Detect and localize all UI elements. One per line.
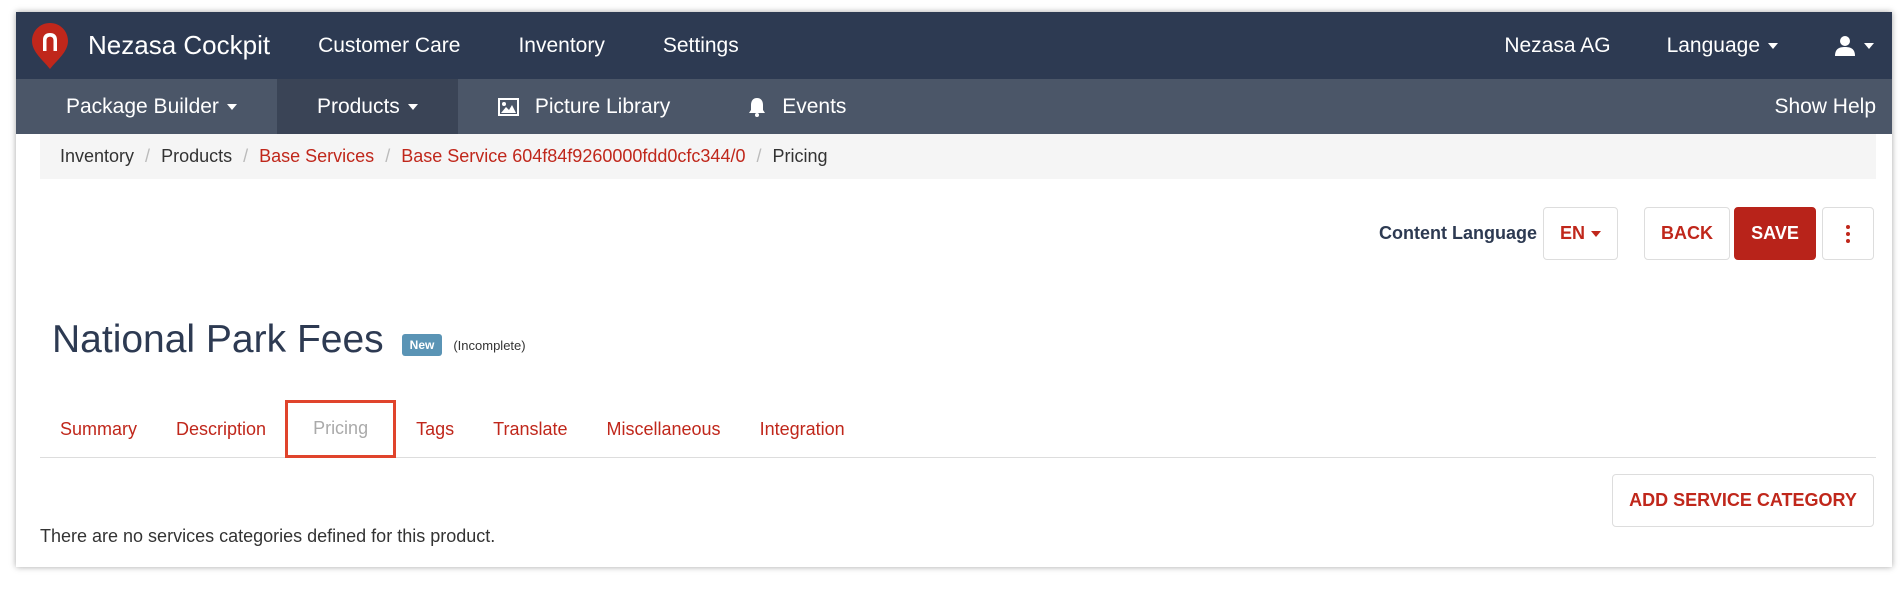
subnav-label: Picture Library [534, 94, 671, 118]
caret-down-icon [407, 103, 418, 110]
app-title: Nezasa Cockpit [88, 30, 271, 60]
tab-description[interactable]: Description [156, 402, 285, 457]
breadcrumb-separator: / [145, 146, 151, 166]
action-bar: Content Language EN BACK SAVE [1379, 207, 1874, 260]
back-button[interactable]: BACK [1644, 207, 1730, 260]
breadcrumb-base-services[interactable]: Base Services [259, 146, 374, 167]
company-name[interactable]: Nezasa AG [1504, 34, 1610, 58]
nav-inventory[interactable]: Inventory [518, 34, 604, 58]
breadcrumb: Inventory / Products / Base Services / B… [40, 134, 1876, 179]
tab-tags[interactable]: Tags [396, 402, 473, 457]
content-language-dropdown[interactable]: EN [1543, 207, 1618, 260]
breadcrumb-separator: / [243, 146, 249, 166]
caret-down-icon [1768, 42, 1778, 49]
language-dropdown[interactable]: Language [1667, 34, 1778, 58]
tab-translate[interactable]: Translate [473, 402, 586, 457]
nav-customer-care[interactable]: Customer Care [318, 34, 460, 58]
tab-integration[interactable]: Integration [740, 402, 864, 457]
breadcrumb-products[interactable]: Products [161, 146, 232, 167]
subnav-products[interactable]: Products [276, 79, 458, 134]
user-menu[interactable] [1834, 35, 1874, 57]
breadcrumb-base-service[interactable]: Base Service 604f84f9260000fdd0cfc344/0 [401, 146, 745, 167]
sub-navbar: Package Builder Products Picture Library [16, 79, 1892, 134]
page-title: National Park Fees [52, 318, 384, 361]
tab-summary[interactable]: Summary [40, 402, 156, 457]
subnav-label: Products [316, 94, 400, 118]
language-label: Language [1666, 33, 1760, 57]
subnav-label: Package Builder [66, 94, 219, 118]
tab-pricing[interactable]: Pricing [285, 399, 397, 458]
picture-icon [497, 97, 519, 116]
save-button[interactable]: SAVE [1734, 207, 1816, 260]
status-badge: New [401, 334, 443, 356]
title-row: National Park Fees New (Incomplete) [52, 318, 526, 362]
breadcrumb-current: Pricing [772, 146, 828, 166]
top-nav: Customer Care Inventory Settings [318, 34, 797, 58]
nav-settings[interactable]: Settings [663, 34, 739, 58]
breadcrumb-inventory[interactable]: Inventory [60, 146, 134, 167]
subnav-picture-library[interactable]: Picture Library [458, 79, 710, 134]
caret-down-icon [1591, 230, 1601, 237]
bell-icon [748, 97, 766, 117]
completion-status: (Incomplete) [453, 337, 526, 353]
show-help-link[interactable]: Show Help [1774, 79, 1876, 134]
tab-miscellaneous[interactable]: Miscellaneous [587, 402, 740, 457]
more-options-button[interactable] [1822, 207, 1874, 260]
user-icon [1835, 35, 1855, 56]
subnav-package-builder[interactable]: Package Builder [16, 79, 277, 134]
caret-down-icon [226, 103, 237, 110]
empty-state-message: There are no services categories defined… [40, 526, 496, 546]
content-language-label: Content Language [1379, 223, 1537, 243]
breadcrumb-separator: / [756, 146, 762, 166]
top-navbar: Nezasa Cockpit Customer Care Inventory S… [16, 12, 1892, 79]
add-service-category-button[interactable]: ADD SERVICE CATEGORY [1612, 474, 1874, 527]
subnav-label: Events [782, 94, 847, 118]
breadcrumb-separator: / [385, 146, 391, 166]
language-value: EN [1559, 223, 1585, 243]
top-right-nav: Nezasa AG Language [1448, 12, 1874, 79]
subnav-events[interactable]: Events [710, 79, 886, 134]
vertical-dots-icon [1846, 223, 1850, 244]
tab-bar: Summary Description Pricing Tags Transla… [40, 399, 1876, 458]
nezasa-logo-icon [30, 21, 70, 71]
app-window: Nezasa Cockpit Customer Care Inventory S… [16, 12, 1892, 567]
caret-down-icon [1864, 42, 1874, 49]
brand[interactable]: Nezasa Cockpit [30, 12, 270, 79]
